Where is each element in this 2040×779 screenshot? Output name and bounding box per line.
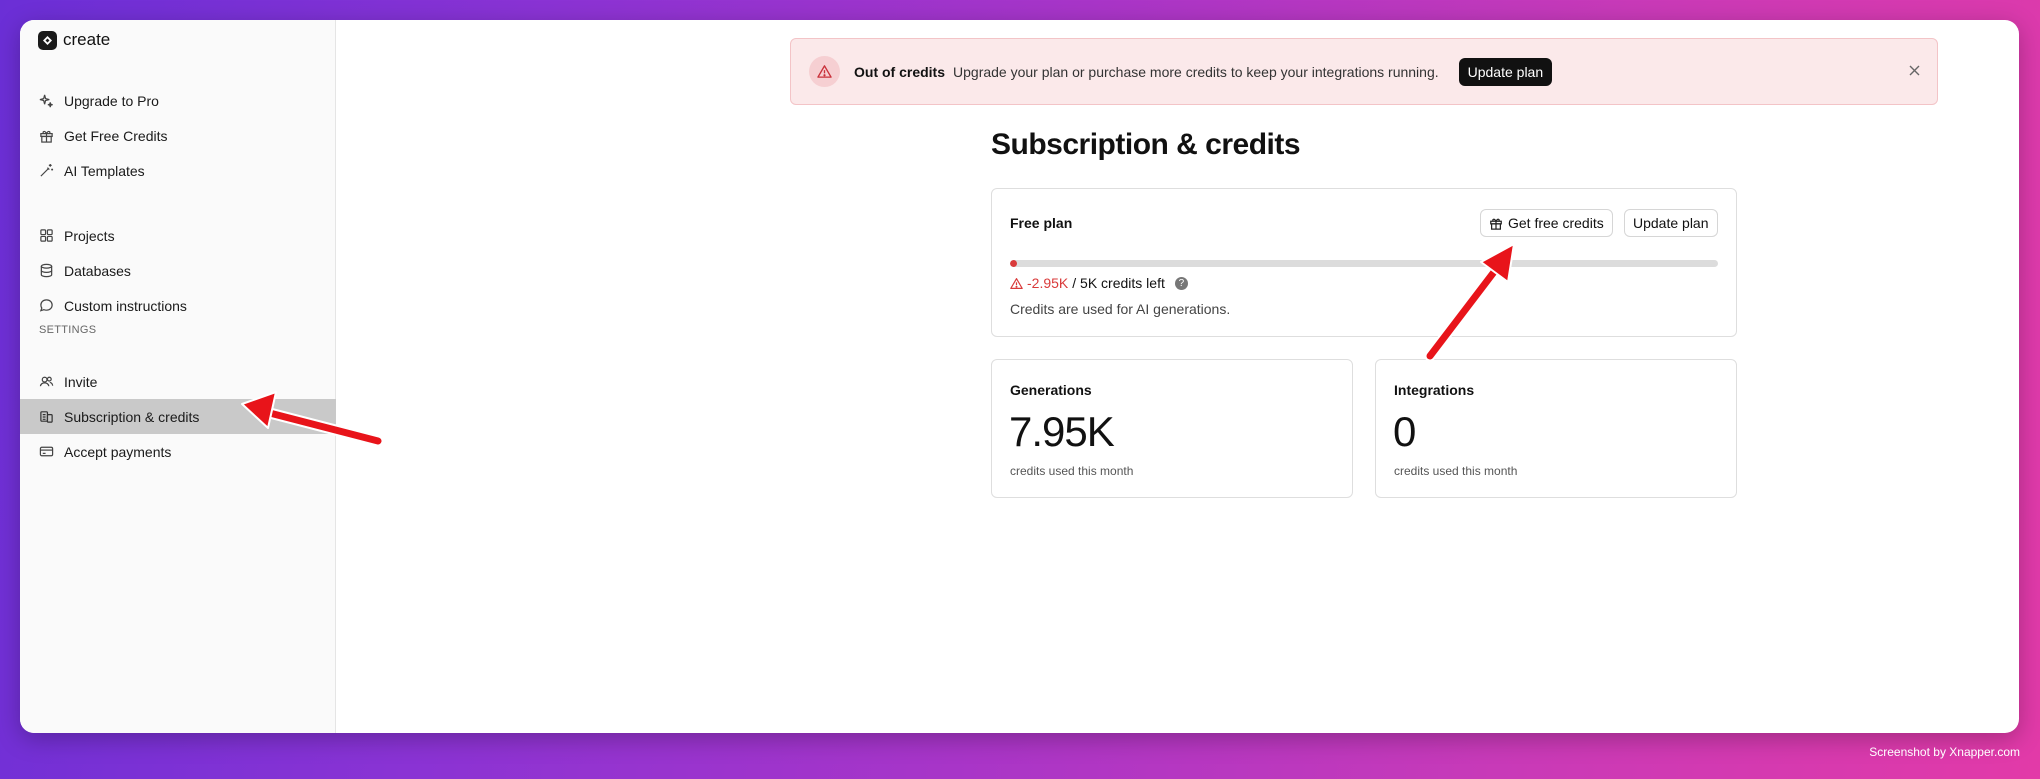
annotation-arrows [241, 243, 1515, 447]
arrow-to-get-credits-icon [1424, 243, 1515, 362]
arrow-to-subscription-icon [241, 391, 384, 447]
screenshot-credit: Screenshot by Xnapper.com [1869, 745, 2020, 759]
